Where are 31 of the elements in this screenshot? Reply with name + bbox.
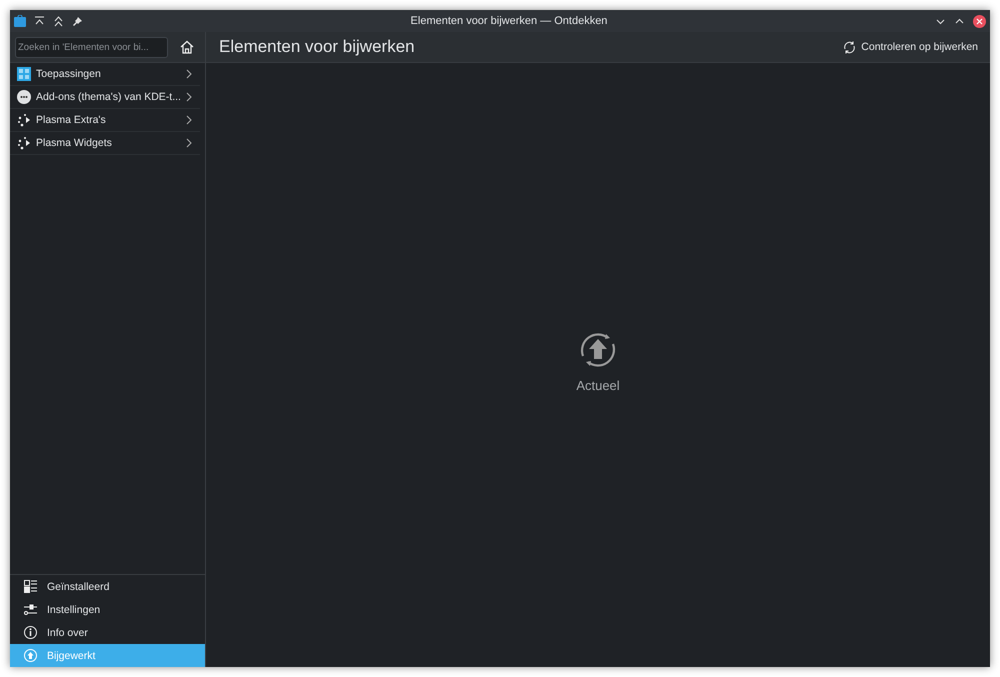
check-updates-button[interactable]: Controleren op bijwerken (841, 38, 980, 56)
home-icon (180, 40, 194, 54)
nav-item[interactable]: Instellingen (10, 598, 205, 621)
ellipsis-icon (17, 90, 31, 104)
upload-icon (24, 649, 37, 662)
chevron-right-icon (186, 138, 192, 148)
search-field[interactable]: Zoeken in 'Elementen voor bi... (15, 36, 168, 58)
close-button[interactable] (973, 14, 986, 28)
keep-above-button[interactable] (34, 16, 45, 26)
chevron-right-icon (186, 69, 192, 79)
grid-icon (17, 67, 31, 81)
dots-icon (17, 113, 31, 127)
app-icon (14, 15, 26, 27)
refresh-icon (843, 40, 856, 54)
list-icon (24, 580, 37, 593)
window-title: Elementen voor bijwerken — Ontdekken (410, 15, 608, 27)
pin-button[interactable] (72, 16, 83, 26)
chevron-right-icon (186, 115, 192, 125)
sliders-icon (24, 603, 37, 616)
status-text: Actueel (576, 378, 620, 392)
category-item[interactable]: Add-ons (thema's) van KDE-t... (10, 86, 200, 109)
nav-item[interactable]: Info over (10, 621, 205, 644)
category-item[interactable]: Plasma Widgets (10, 132, 200, 155)
category-item[interactable]: Plasma Extra's (10, 109, 200, 132)
chevron-right-icon (186, 92, 192, 102)
info-icon (24, 626, 37, 639)
page-title: Elementen voor bijwerken (219, 37, 415, 57)
dots-icon (17, 136, 31, 150)
category-item[interactable]: Toepassingen (10, 63, 200, 86)
shade-button[interactable] (53, 16, 64, 26)
nav-item[interactable]: Geïnstalleerd (10, 575, 205, 598)
